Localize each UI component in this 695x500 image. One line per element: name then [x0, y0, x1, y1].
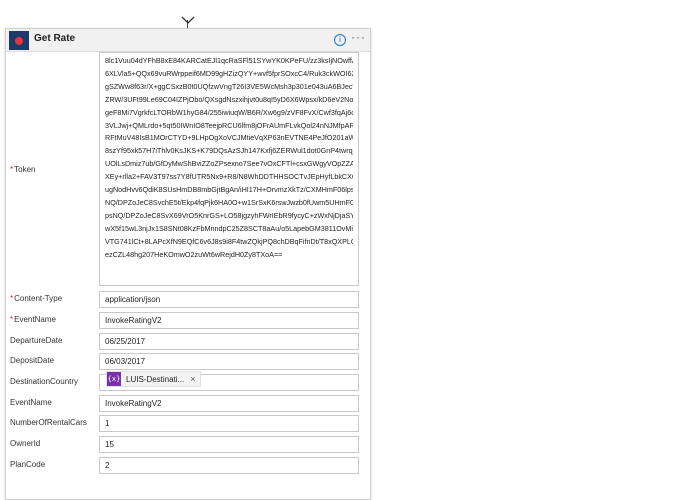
- card-title: Get Rate: [34, 33, 76, 44]
- field-input[interactable]: application/json: [99, 291, 359, 308]
- token-line: ezCZL48hg207HeKOmwO2zuWt6wRejdH0Zy8TXoA=…: [105, 249, 283, 259]
- token-line: UOlLsDmiz7ub/GfDyMwShBviZZoZPsexno7See7v…: [105, 159, 353, 169]
- field-label-text: PlanCode: [10, 460, 46, 469]
- token-line: gSZWw8f63r/X+ggCSxzB0t0UQfzwVngT26I3VE5W…: [105, 81, 353, 91]
- field-input[interactable]: 06/03/2017: [99, 353, 359, 370]
- token-line: 3VLJwj+QMLrdo+5qt50IWnIO8TeejpRCU6lfm8jO…: [105, 120, 353, 130]
- field-label-text: DepositDate: [10, 356, 55, 365]
- token-line: XEy+rlla2+FAV3T97ss7Y8fUTR5Nx9+R8/N8WhDD…: [105, 172, 353, 182]
- field-input[interactable]: 06/25/2017: [99, 333, 359, 350]
- token-line: 6XLVla5+QQx69vuRWrppeif6MD99gHZizQYY+wvf…: [105, 68, 353, 78]
- required-marker: *: [10, 315, 14, 324]
- info-icon[interactable]: i: [334, 34, 346, 46]
- variable-icon: {x}: [107, 372, 121, 386]
- connector-icon: [9, 31, 29, 50]
- token-line: geF8Mi7VgrkfcLTORbW1hyG84/255iwiuqW/B6R/…: [105, 107, 353, 117]
- field-label: NumberOfRentalCars: [10, 418, 87, 427]
- field-label-text: EventName: [10, 398, 52, 407]
- field-label: PlanCode: [10, 460, 45, 469]
- remove-token-icon[interactable]: ×: [190, 374, 195, 384]
- token-line: ugNodHvv6QdiK8SUsHmDB8mbGjtBgAn/iHI17H+O…: [105, 185, 353, 195]
- field-label: *EventName: [10, 315, 56, 324]
- token-label: *Token: [10, 165, 35, 174]
- card-header[interactable]: Get Rate i ···: [6, 29, 370, 52]
- field-label: DepositDate: [10, 356, 54, 365]
- dynamic-content-token[interactable]: {x} LUIS-Destinati... ×: [106, 371, 201, 387]
- token-line: ZRW/3UFt99Le69C04IZPjObo/QXsgdNszxihjvt0…: [105, 94, 353, 104]
- token-line: NQ/DPZoJeC8SvchE5t/Ekp4fqPjk6HA0O+w1SrSx…: [105, 197, 353, 207]
- field-input[interactable]: 15: [99, 436, 359, 453]
- field-label: *Content-Type: [10, 294, 62, 303]
- dynamic-content-label: LUIS-Destinati...: [126, 375, 185, 384]
- field-label: DepartureDate: [10, 336, 62, 345]
- field-label: DestinationCountry: [10, 377, 78, 386]
- connector-dot-icon: [15, 37, 23, 45]
- more-options-icon[interactable]: ···: [351, 30, 366, 44]
- field-label: OwnerId: [10, 439, 40, 448]
- field-label-text: NumberOfRentalCars: [10, 418, 87, 427]
- token-line: psNQ/DPZoJeC8SvX69VrO5KnrGS+LO58jgzyhFWr…: [105, 210, 353, 220]
- token-line: wX5f15wL3njJx1S8SNt08KzFbMnndpC25Z8SCT8a…: [105, 223, 353, 233]
- field-input[interactable]: 1: [99, 415, 359, 432]
- token-line: RFtMuV48IsB1MOrCTYD+9LHpOgXoVCJMtieVqXP6…: [105, 133, 353, 143]
- field-input[interactable]: InvokeRatingV2: [99, 395, 359, 412]
- required-marker: *: [10, 165, 14, 174]
- flow-arrow-icon: [181, 16, 195, 24]
- token-line: 8lc1Vuu04dYFhB8xE84KARCatEJl1qcRaSFl51SY…: [105, 56, 353, 65]
- field-label-text: OwnerId: [10, 439, 41, 448]
- token-label-text: Token: [14, 165, 36, 174]
- token-field[interactable]: 8lc1Vuu04dYFhB8xE84KARCatEJl1qcRaSFl51SY…: [99, 52, 359, 286]
- token-line: VTG741lCt+8LAPcXfN9EQfC6v6J8s9i8F4twZQkj…: [105, 236, 353, 246]
- field-label-text: DepartureDate: [10, 336, 63, 345]
- field-label-text: EventName: [14, 315, 56, 324]
- field-input[interactable]: InvokeRatingV2: [99, 312, 359, 329]
- required-marker: *: [10, 294, 14, 303]
- field-label: EventName: [10, 398, 52, 407]
- field-label-text: DestinationCountry: [10, 377, 79, 386]
- token-line: 8szYf95xk57H7iThlv0KsJKS+K79DQsAzSJh147K…: [105, 146, 353, 156]
- field-input[interactable]: 2: [99, 457, 359, 474]
- field-label-text: Content-Type: [14, 294, 63, 303]
